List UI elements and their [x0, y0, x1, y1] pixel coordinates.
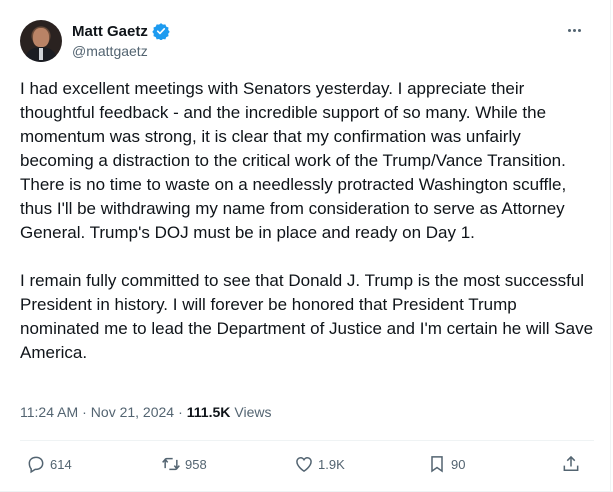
- tweet-date[interactable]: Nov 21, 2024: [91, 404, 174, 420]
- reply-icon: [28, 456, 44, 474]
- share-icon: [563, 455, 579, 471]
- author-name-row: Matt Gaetz: [72, 22, 170, 40]
- like-count: 1.9K: [318, 456, 345, 472]
- tweet-text: I had excellent meetings with Senators y…: [20, 77, 595, 365]
- reply-button[interactable]: 614: [26, 452, 72, 476]
- meta-separator: ·: [178, 404, 183, 420]
- reply-count: 614: [50, 456, 72, 472]
- card-border: [610, 0, 611, 492]
- tweet-paragraph: I remain fully committed to see that Don…: [20, 271, 594, 362]
- tweet-time[interactable]: 11:24 AM: [20, 404, 78, 420]
- like-icon: [296, 456, 312, 472]
- tweet-card: Matt Gaetz @mattgaetz I had excellent me…: [0, 0, 613, 492]
- share-button[interactable]: [561, 452, 581, 476]
- tweet-paragraph: I had excellent meetings with Senators y…: [20, 79, 567, 242]
- more-icon[interactable]: [568, 24, 588, 36]
- repost-button[interactable]: 958: [161, 452, 207, 476]
- action-bar: 614 958 1.9K 90: [0, 452, 613, 478]
- author-handle[interactable]: @mattgaetz: [72, 43, 148, 59]
- avatar[interactable]: [20, 20, 62, 62]
- divider: [20, 440, 594, 441]
- like-button[interactable]: 1.9K: [294, 452, 345, 476]
- repost-icon: [162, 457, 180, 471]
- views-count[interactable]: 111.5K: [187, 404, 231, 420]
- bookmark-button[interactable]: 90: [427, 452, 465, 476]
- meta-separator: ·: [82, 404, 87, 420]
- display-name[interactable]: Matt Gaetz: [72, 23, 148, 40]
- bookmark-count: 90: [451, 456, 466, 472]
- views-label: Views: [234, 404, 272, 420]
- repost-count: 958: [185, 456, 207, 472]
- verified-badge-icon[interactable]: [152, 22, 170, 40]
- bookmark-icon: [431, 456, 443, 473]
- tweet-meta: 11:24 AM · Nov 21, 2024 · 111.5K Views: [20, 404, 271, 420]
